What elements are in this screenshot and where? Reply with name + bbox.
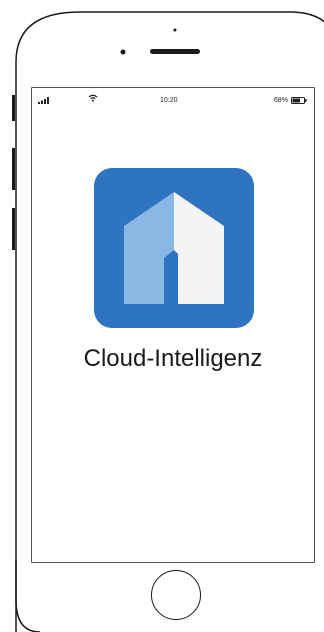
mute-switch — [12, 95, 15, 121]
app-name: Cloud-Intelligenz — [83, 345, 263, 372]
home-button[interactable] — [151, 570, 201, 620]
status-time: 10:20 — [160, 97, 178, 104]
volume-up-button — [12, 148, 15, 190]
signal-bars-icon — [38, 97, 50, 106]
status-bar: 10:20 68% — [32, 88, 314, 114]
battery-icon — [291, 97, 307, 106]
app-icon[interactable] — [94, 168, 254, 328]
house-icon-light-half — [124, 192, 174, 304]
wifi-icon — [88, 94, 98, 104]
house-icon-white-half — [174, 192, 224, 304]
proximity-sensor — [173, 28, 177, 32]
volume-down-button — [12, 208, 15, 250]
speaker-grille — [150, 49, 200, 54]
battery-percent: 68% — [274, 97, 289, 104]
front-camera — [120, 49, 126, 55]
phone-screen: 10:20 68% Cloud-Intelligenz — [32, 88, 314, 562]
